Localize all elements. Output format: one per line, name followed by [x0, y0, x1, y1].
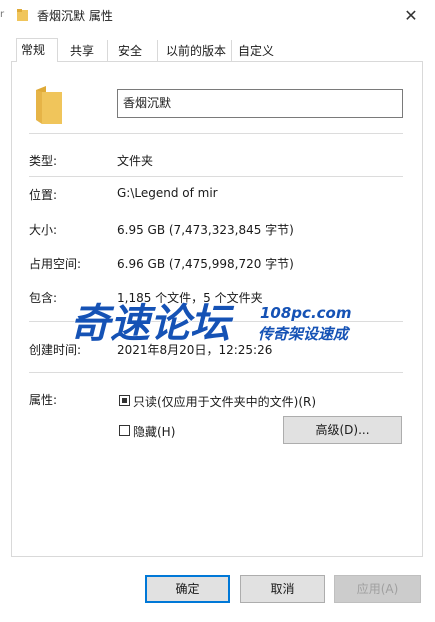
- watermark-main-text: 奇速论坛: [70, 301, 235, 347]
- divider: [29, 372, 403, 373]
- readonly-checkbox[interactable]: [119, 395, 130, 406]
- hidden-checkbox-label: 隐藏(H): [133, 425, 176, 439]
- advanced-button[interactable]: 高级(D)...: [283, 416, 402, 444]
- apply-button[interactable]: 应用(A): [334, 575, 421, 603]
- location-value: G:\Legend of mir: [117, 186, 218, 200]
- tab-label: 常规: [21, 43, 46, 57]
- watermark-logo: 奇速论坛 108pc.com 传奇架设速成: [69, 297, 370, 348]
- size-on-disk-value: 6.96 GB (7,475,998,720 字节): [117, 257, 294, 271]
- tab-label: 以前的版本: [166, 44, 227, 58]
- tab-previous-versions[interactable]: 以前的版本: [158, 40, 232, 62]
- close-button[interactable]: ✕: [398, 3, 424, 29]
- window-title: 香烟沉默 属性: [37, 9, 113, 23]
- tab-label: 安全: [118, 44, 143, 58]
- attributes-label: 属性:: [29, 393, 58, 407]
- tab-security[interactable]: 安全: [108, 40, 158, 62]
- cancel-button[interactable]: 取消: [240, 575, 325, 603]
- tab-label: 共享: [70, 44, 95, 58]
- divider: [29, 176, 403, 177]
- size-value: 6.95 GB (7,473,323,845 字节): [117, 223, 294, 237]
- watermark-slogan: 传奇架设速成: [258, 325, 351, 343]
- folder-icon: [17, 9, 28, 21]
- size-on-disk-label: 占用空间:: [29, 257, 82, 271]
- contains-label: 包含:: [29, 291, 58, 305]
- readonly-checkbox-label: 只读(仅应用于文件夹中的文件)(R): [133, 395, 317, 409]
- edge-fragment-text: r: [0, 9, 5, 20]
- type-label: 类型:: [29, 154, 58, 168]
- tab-sharing[interactable]: 共享: [62, 40, 108, 62]
- size-label: 大小:: [29, 223, 58, 237]
- watermark-domain: 108pc.com: [260, 304, 351, 322]
- tab-label: 自定义: [238, 44, 275, 58]
- close-icon: ✕: [404, 6, 418, 25]
- location-label: 位置:: [29, 188, 58, 202]
- folder-large-icon: [36, 86, 62, 124]
- folder-name-input[interactable]: 香烟沉默: [117, 89, 403, 118]
- tab-general[interactable]: 常规: [16, 38, 58, 62]
- divider: [29, 133, 403, 134]
- hidden-checkbox[interactable]: [119, 425, 130, 436]
- type-value: 文件夹: [117, 154, 154, 168]
- ok-button[interactable]: 确定: [145, 575, 230, 603]
- tab-customize[interactable]: 自定义: [232, 40, 282, 62]
